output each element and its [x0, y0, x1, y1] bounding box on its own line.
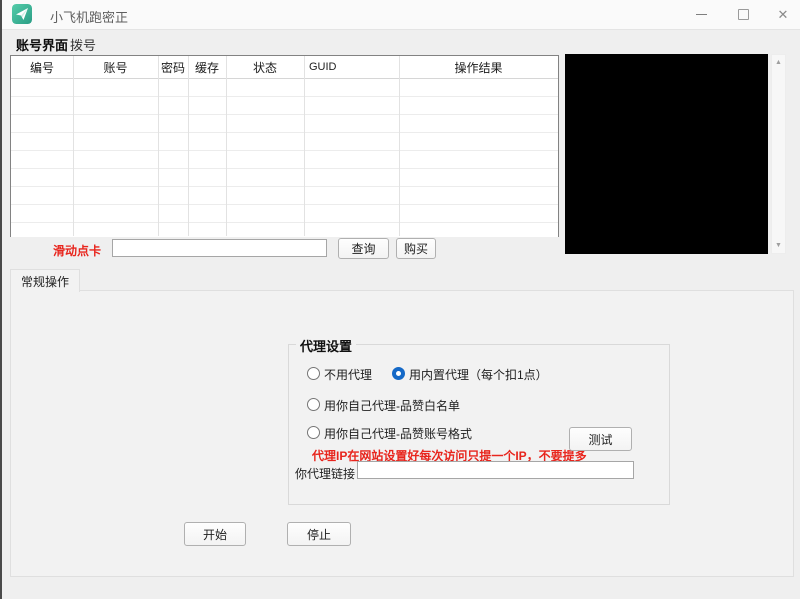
- table-body-empty[interactable]: [11, 79, 558, 237]
- radio-own-proxy-account[interactable]: [307, 426, 320, 439]
- test-button[interactable]: 测试: [569, 427, 632, 451]
- maximize-icon: [738, 9, 749, 20]
- app-window: { "window": { "title": "小飞机跑密正", "close_…: [0, 0, 800, 599]
- proxy-settings-title: 代理设置: [296, 336, 356, 355]
- maximize-button[interactable]: [726, 0, 760, 28]
- col-header-guid[interactable]: GUID: [304, 61, 399, 73]
- table-header-row: 编号 账号 密码 缓存 状态 GUID 操作结果: [11, 56, 558, 79]
- column-divider: [188, 56, 189, 236]
- title-bar: 小飞机跑密正 ✕: [2, 0, 800, 30]
- minimize-icon: [696, 14, 707, 15]
- column-divider: [304, 56, 305, 236]
- radio-own-proxy-whitelist-label[interactable]: 用你自己代理-品赞白名单: [324, 397, 460, 414]
- scroll-up-icon[interactable]: ▲: [772, 59, 785, 66]
- col-header-cache[interactable]: 缓存: [188, 59, 226, 76]
- close-icon: ✕: [778, 8, 789, 21]
- tab-general-operations[interactable]: 常规操作: [10, 269, 80, 292]
- column-divider: [399, 56, 400, 236]
- column-divider: [73, 56, 74, 236]
- card-input[interactable]: [112, 239, 327, 257]
- col-header-status[interactable]: 状态: [226, 59, 304, 76]
- radio-no-proxy-label[interactable]: 不用代理: [324, 366, 372, 383]
- minimize-button[interactable]: [684, 0, 718, 28]
- query-button[interactable]: 查询: [338, 238, 389, 259]
- proxy-link-label: 你代理链接: [295, 465, 355, 482]
- buy-button[interactable]: 购买: [396, 238, 436, 259]
- preview-panel: [565, 54, 768, 254]
- column-divider: [158, 56, 159, 236]
- vertical-scrollbar[interactable]: ▲ ▼: [771, 54, 786, 254]
- stop-button[interactable]: 停止: [287, 522, 351, 546]
- col-header-account[interactable]: 账号: [73, 59, 158, 76]
- close-button[interactable]: ✕: [766, 0, 800, 28]
- col-header-result[interactable]: 操作结果: [399, 59, 558, 76]
- radio-builtin-proxy-label[interactable]: 用内置代理（每个扣1点）: [409, 366, 548, 383]
- start-button[interactable]: 开始: [184, 522, 246, 546]
- tab-account-page[interactable]: 账号界面: [14, 33, 70, 56]
- radio-builtin-proxy[interactable]: [392, 367, 405, 380]
- radio-own-proxy-whitelist[interactable]: [307, 398, 320, 411]
- col-header-index[interactable]: 编号: [11, 59, 73, 76]
- radio-own-proxy-account-label[interactable]: 用你自己代理-品赞账号格式: [324, 425, 472, 442]
- radio-no-proxy[interactable]: [307, 367, 320, 380]
- column-divider: [226, 56, 227, 236]
- card-label: 滑动点卡: [53, 242, 101, 259]
- col-header-password[interactable]: 密码: [158, 59, 188, 76]
- tab-dial[interactable]: 拨号: [68, 33, 98, 56]
- window-title: 小飞机跑密正: [50, 7, 128, 26]
- scroll-down-icon[interactable]: ▼: [772, 242, 785, 249]
- account-table[interactable]: 编号 账号 密码 缓存 状态 GUID 操作结果: [10, 55, 559, 237]
- proxy-link-input[interactable]: [357, 461, 634, 479]
- app-icon: [12, 4, 32, 24]
